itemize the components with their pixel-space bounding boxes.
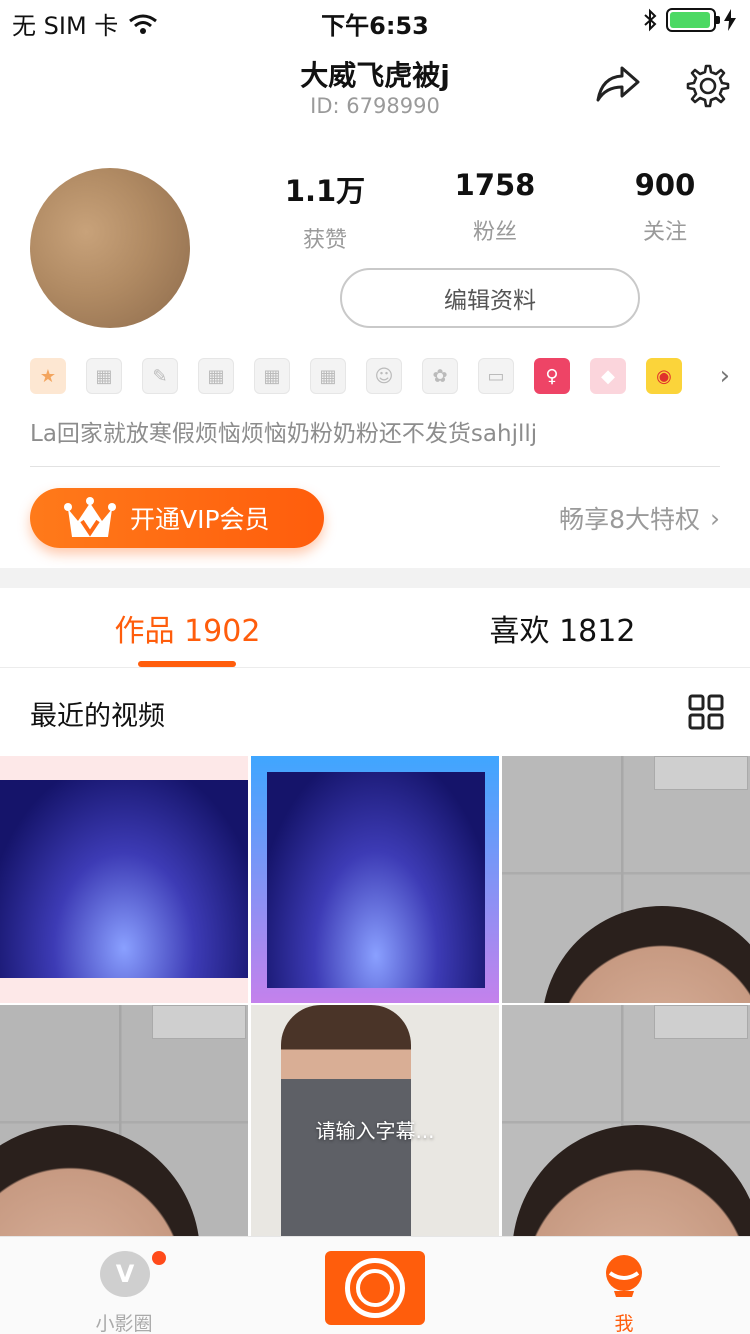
record-button[interactable] bbox=[325, 1251, 425, 1325]
stat-value: 1758 bbox=[454, 168, 536, 202]
avatar[interactable] bbox=[30, 168, 190, 328]
tab-works[interactable]: 作品 1902 bbox=[0, 606, 375, 650]
profile-stats: 1.1万 获赞 1758 粉丝 900 关注 bbox=[240, 168, 750, 253]
badge-icon: ▭ bbox=[478, 358, 514, 394]
status-bar: 无 SIM 卡 下午6:53 bbox=[0, 0, 750, 40]
stat-fans[interactable]: 1758 粉丝 bbox=[410, 168, 580, 248]
video-thumbnail[interactable] bbox=[502, 1005, 750, 1252]
video-image bbox=[267, 772, 485, 988]
profile-header: 大威飞虎被j ID: 6798990 bbox=[0, 44, 750, 134]
badge-icon: ▦ bbox=[310, 358, 346, 394]
feather-badge-icon: ✎ bbox=[142, 358, 178, 394]
vip-perks-label: 畅享8大特权 bbox=[559, 505, 700, 534]
moments-icon[interactable]: V bbox=[100, 1251, 150, 1297]
stat-label: 获赞 bbox=[302, 228, 347, 253]
share-icon[interactable] bbox=[594, 62, 642, 106]
video-inset bbox=[152, 1005, 246, 1039]
chevron-right-icon: › bbox=[710, 503, 720, 533]
divider bbox=[30, 466, 720, 467]
diamond-badge-icon: ◆ bbox=[590, 358, 626, 394]
video-thumbnail[interactable] bbox=[251, 756, 499, 1003]
stat-following[interactable]: 900 关注 bbox=[580, 168, 750, 248]
notification-dot bbox=[152, 1251, 166, 1265]
active-tab-indicator bbox=[138, 661, 236, 667]
video-inset bbox=[654, 1005, 748, 1039]
system-status bbox=[642, 8, 736, 32]
content-tabs: 作品 1902 喜欢 1812 bbox=[0, 588, 750, 668]
video-thumbnail[interactable] bbox=[0, 756, 248, 1003]
section-title: 最近的视频 bbox=[30, 701, 165, 732]
vip-button-label: 开通VIP会员 bbox=[130, 505, 270, 534]
bluetooth-icon bbox=[644, 8, 657, 32]
grid-view-icon[interactable] bbox=[688, 694, 724, 730]
star-badge-icon: ★ bbox=[30, 358, 66, 394]
badge-icon: ✿ bbox=[422, 358, 458, 394]
section-separator bbox=[0, 568, 750, 588]
chevron-right-icon[interactable]: › bbox=[720, 361, 730, 391]
gear-icon[interactable] bbox=[682, 62, 730, 110]
nav-label-me[interactable]: 我 bbox=[584, 1309, 664, 1334]
clock: 下午6:53 bbox=[321, 12, 429, 40]
video-image bbox=[0, 780, 248, 978]
record-icon bbox=[345, 1258, 405, 1318]
badge-row[interactable]: ★ ▦ ✎ ▦ ▦ ▦ ☺ ✿ ▭ ♀ ◆ ◉ › bbox=[30, 356, 730, 396]
vip-perks-link[interactable]: 畅享8大特权 › bbox=[559, 500, 720, 536]
stat-label: 关注 bbox=[642, 220, 687, 245]
badge-icon: ▦ bbox=[254, 358, 290, 394]
charging-icon bbox=[724, 9, 736, 31]
video-inset bbox=[654, 756, 748, 790]
stat-likes[interactable]: 1.1万 获赞 bbox=[240, 168, 410, 253]
stat-value: 900 bbox=[634, 168, 696, 202]
video-thumbnail[interactable] bbox=[0, 1005, 248, 1252]
video-caption: 请输入字幕... bbox=[315, 1119, 435, 1143]
tab-likes[interactable]: 喜欢 1812 bbox=[375, 606, 750, 650]
video-thumbnail[interactable] bbox=[502, 756, 750, 1003]
profile-me-icon[interactable] bbox=[602, 1253, 646, 1297]
character-badge-icon: ☺ bbox=[366, 358, 402, 394]
edit-profile-button[interactable]: 编辑资料 bbox=[340, 268, 640, 328]
stat-value: 1.1万 bbox=[284, 174, 366, 208]
venus-badge-icon: ♀ bbox=[534, 358, 570, 394]
video-grid: 请输入字幕... bbox=[0, 756, 750, 1252]
weibo-badge-icon: ◉ bbox=[646, 358, 682, 394]
badge-icon: ▦ bbox=[86, 358, 122, 394]
crown-icon bbox=[64, 497, 116, 537]
nav-label-moments[interactable]: 小影圈 bbox=[84, 1309, 164, 1334]
battery-icon bbox=[666, 8, 720, 32]
badge-icon: ▦ bbox=[198, 358, 234, 394]
stat-label: 粉丝 bbox=[472, 220, 517, 245]
bottom-nav: V 小影圈 我 bbox=[0, 1236, 750, 1334]
video-thumbnail[interactable]: 请输入字幕... bbox=[251, 1005, 499, 1252]
vip-button[interactable]: 开通VIP会员 bbox=[30, 488, 324, 548]
profile-bio: La回家就放寒假烦恼烦恼奶粉奶粉还不发货sahjllj bbox=[30, 421, 538, 447]
